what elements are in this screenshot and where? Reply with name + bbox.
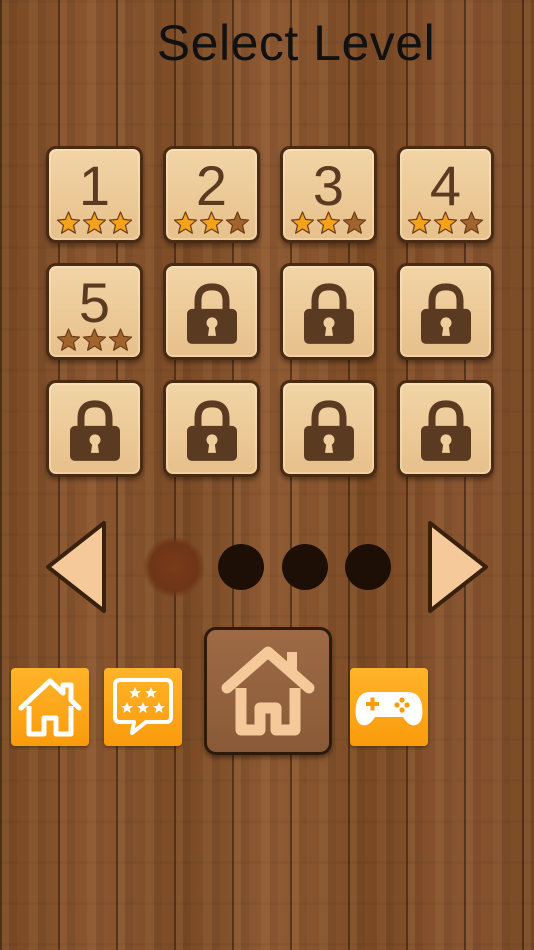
star-icon [108, 211, 133, 234]
level-tile-5[interactable]: 5 [46, 263, 143, 360]
main-home-button[interactable] [204, 627, 332, 755]
level-tile-locked-7[interactable] [280, 263, 377, 360]
star-icon [290, 211, 315, 234]
left-arrow-icon[interactable] [42, 519, 108, 615]
level-stars [49, 211, 140, 235]
right-arrow-icon[interactable] [426, 519, 492, 615]
level-number: 1 [78, 154, 111, 217]
rate-button[interactable] [104, 668, 182, 746]
level-tile-1[interactable]: 1 [46, 146, 143, 243]
page-dot-2[interactable] [218, 544, 264, 590]
level-stars [166, 211, 257, 235]
padlock-icon [186, 399, 237, 461]
star-icon [82, 328, 107, 351]
level-stars [49, 328, 140, 352]
level-number: 4 [429, 154, 462, 217]
level-tile-locked-11[interactable] [280, 380, 377, 477]
gamepad-icon [355, 692, 423, 726]
level-tile-2[interactable]: 2 [163, 146, 260, 243]
level-stars [283, 211, 374, 235]
level-tile-locked-6[interactable] [163, 263, 260, 360]
star-icon [225, 211, 250, 234]
level-grid: 1 2 3 4 5 [46, 146, 496, 477]
padlock-icon [420, 399, 471, 461]
rating-speech-bubble-icon [113, 678, 173, 735]
padlock-icon [186, 282, 237, 344]
page-title: Select Level [156, 15, 436, 71]
level-tile-locked-12[interactable] [397, 380, 494, 477]
home-icon [18, 678, 82, 737]
level-number: 5 [78, 271, 111, 334]
padlock-icon [420, 282, 471, 344]
level-tile-locked-8[interactable] [397, 263, 494, 360]
level-tile-locked-9[interactable] [46, 380, 143, 477]
padlock-icon [303, 282, 354, 344]
level-tile-locked-10[interactable] [163, 380, 260, 477]
star-icon [173, 211, 198, 234]
page-dot-4[interactable] [345, 544, 391, 590]
level-stars [400, 211, 491, 235]
star-icon [407, 211, 432, 234]
home-icon [221, 646, 315, 736]
star-icon [56, 211, 81, 234]
level-tile-3[interactable]: 3 [280, 146, 377, 243]
star-icon [459, 211, 484, 234]
page-indicator [143, 537, 393, 597]
level-tile-4[interactable]: 4 [397, 146, 494, 243]
star-icon [82, 211, 107, 234]
star-icon [108, 328, 133, 351]
padlock-icon [303, 399, 354, 461]
star-icon [433, 211, 458, 234]
more-games-button[interactable] [350, 668, 428, 746]
level-number: 2 [195, 154, 228, 217]
home-button[interactable] [11, 668, 89, 746]
star-icon [316, 211, 341, 234]
star-icon [56, 328, 81, 351]
star-icon [199, 211, 224, 234]
level-number: 3 [312, 154, 345, 217]
page-dot-3[interactable] [282, 544, 328, 590]
padlock-icon [69, 399, 120, 461]
page-dot-1[interactable] [143, 537, 205, 597]
star-icon [342, 211, 367, 234]
